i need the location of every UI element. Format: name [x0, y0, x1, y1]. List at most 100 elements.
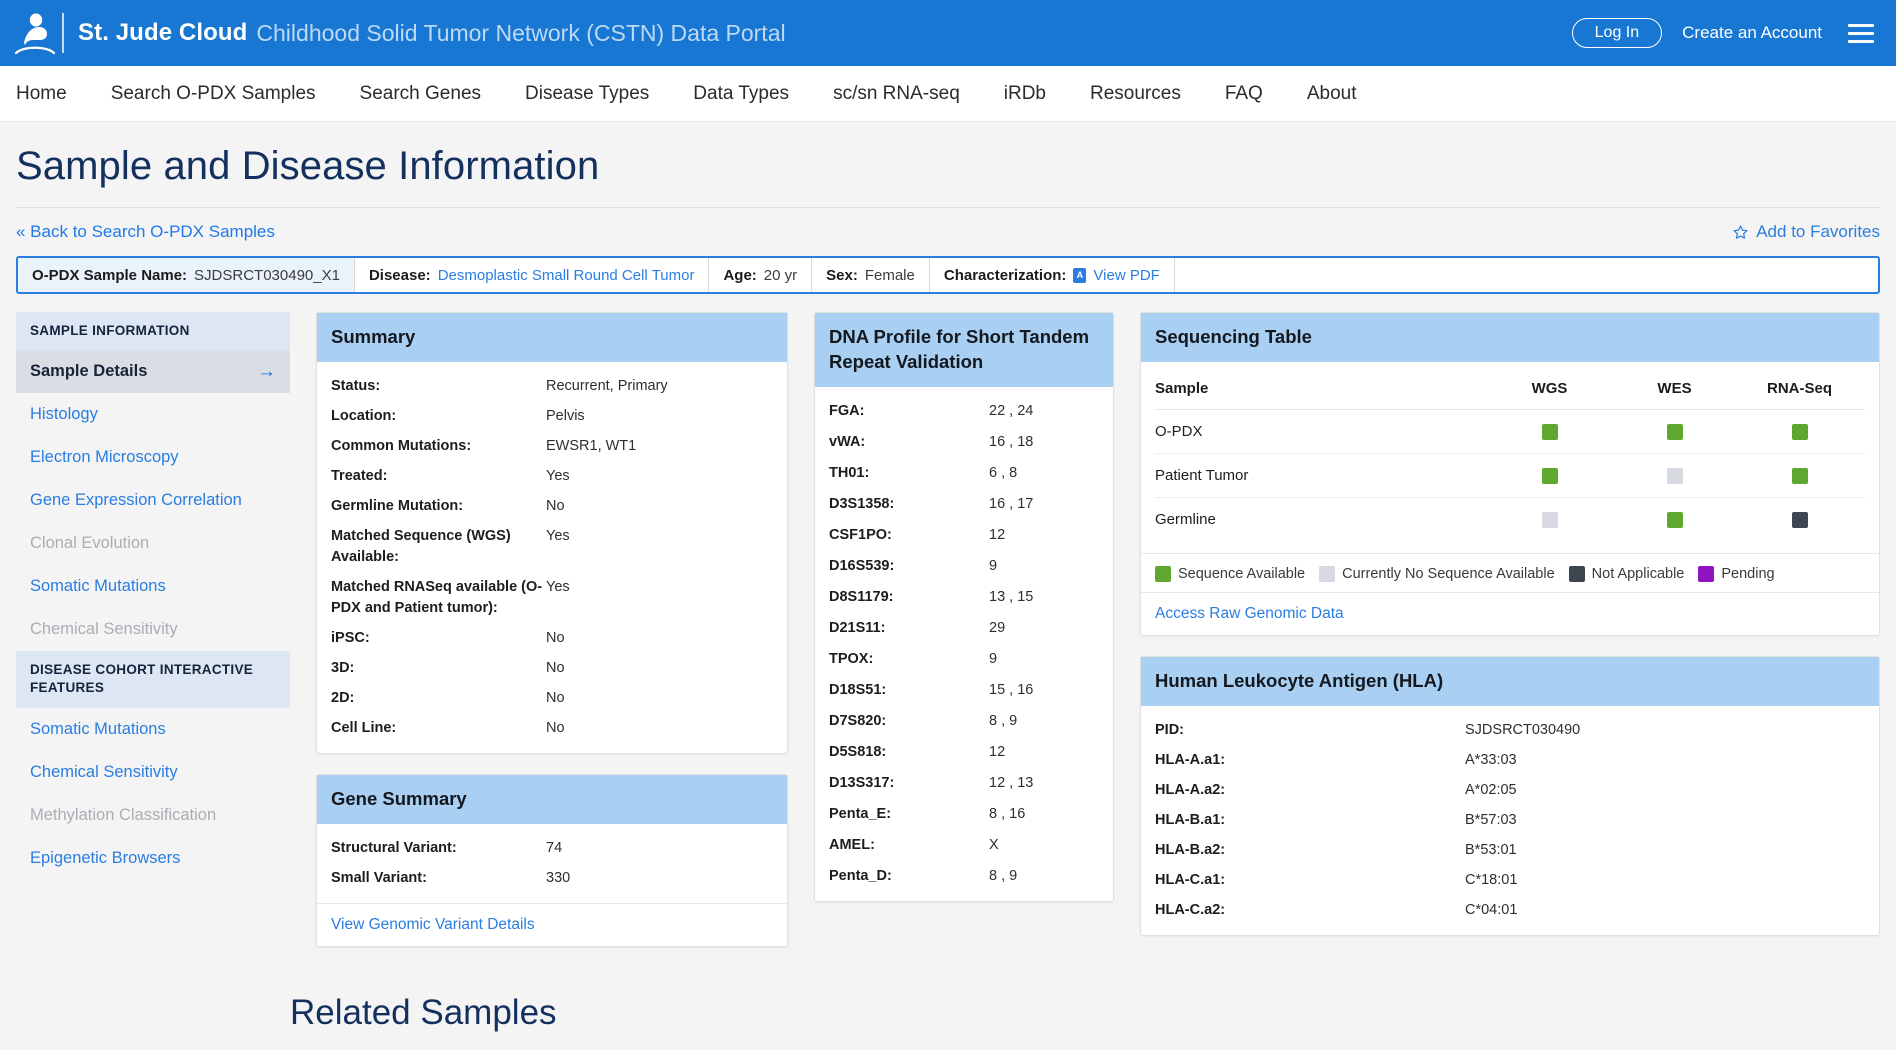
dna-row: D21S11: 29	[829, 618, 1099, 639]
nav-item-resources[interactable]: Resources	[1068, 66, 1203, 122]
hla-row: HLA-A.a2: A*02:05	[1155, 780, 1865, 801]
dna-profile-card: DNA Profile for Short Tandem Repeat Vali…	[814, 312, 1114, 903]
hla-row-value: C*04:01	[1465, 902, 1518, 919]
dna-row-key: D21S11:	[829, 620, 886, 637]
hla-row-key: HLA-A.a1:	[1155, 752, 1226, 769]
summary-row-key: Status:	[331, 377, 381, 394]
cell-patient-tumor-wes	[1615, 453, 1740, 499]
sequencing-table-body: Sample WGS WES RNA-Seq O-PDX Patient Tum…	[1141, 362, 1879, 553]
dna-row-key: FGA:	[829, 402, 865, 419]
dna-row: Penta_D: 8 , 9	[829, 866, 1099, 887]
brand-subtitle: Childhood Solid Tumor Network (CSTN) Dat…	[256, 19, 786, 46]
dna-row-key: Penta_D:	[829, 868, 892, 885]
nav-item-sc-sn-rna-seq[interactable]: sc/sn RNA-seq	[811, 66, 982, 122]
access-raw-genomic-data-link[interactable]: Access Raw Genomic Data	[1155, 605, 1344, 622]
status-chip	[1541, 424, 1558, 440]
create-account-link[interactable]: Create an Account	[1682, 23, 1822, 43]
sidebar-item-label: Chemical Sensitivity	[30, 762, 178, 781]
view-pdf-link[interactable]: View PDF	[1093, 267, 1159, 284]
sidebar-item-methylation-classification: Methylation Classification	[16, 794, 290, 837]
sidebar-item-cohort-somatic-mutations[interactable]: Somatic Mutations	[16, 708, 290, 751]
summary-row: Germline Mutation: No	[331, 496, 773, 517]
column-header-wes: WES	[1615, 375, 1740, 410]
dna-row: D16S539: 9	[829, 556, 1099, 577]
legend-item-no-sequence: Currently No Sequence Available	[1319, 566, 1555, 583]
sidebar-item-sample-details[interactable]: Sample Details →	[16, 350, 290, 394]
summary-row-value: No	[546, 690, 565, 707]
summary-row: iPSC: No	[331, 628, 773, 649]
nav-item-search-o-pdx-samples[interactable]: Search O-PDX Samples	[89, 66, 338, 122]
brand-name: St. Jude Cloud	[78, 19, 248, 46]
legend-item-not-applicable: Not Applicable	[1568, 566, 1685, 583]
legend-label: Not Applicable	[1591, 566, 1685, 583]
gene-summary-row-key: Small Variant:	[331, 870, 427, 887]
status-chip	[1666, 512, 1683, 529]
nav-item-disease-types[interactable]: Disease Types	[503, 66, 671, 122]
sidebar-item-histology[interactable]: Histology	[16, 393, 290, 436]
sidebar-item-epigenetic-browsers[interactable]: Epigenetic Browsers	[16, 837, 290, 880]
back-to-search-link[interactable]: « Back to Search O-PDX Samples	[16, 222, 275, 242]
dna-row: D3S1358: 16 , 17	[829, 494, 1099, 515]
dna-profile-column: DNA Profile for Short Tandem Repeat Vali…	[814, 312, 1114, 922]
sidebar-item-somatic-mutations[interactable]: Somatic Mutations	[16, 565, 290, 608]
summary-row: Treated: Yes	[331, 466, 773, 487]
sidebar-item-label: Electron Microscopy	[30, 448, 179, 467]
top-header-actions: Log In Create an Account	[1571, 17, 1874, 49]
row-label-germline: Germline	[1155, 511, 1216, 529]
strip-value-disease-link[interactable]: Desmoplastic Small Round Cell Tumor	[438, 267, 695, 284]
sidebar-item-chemical-sensitivity: Chemical Sensitivity	[16, 608, 290, 651]
table-row: Patient Tumor	[1155, 453, 1865, 499]
sidebar-item-gene-expression-correlation[interactable]: Gene Expression Correlation	[16, 479, 290, 522]
gene-summary-row-value: 330	[546, 870, 571, 887]
legend-item-sequence-available: Sequence Available	[1155, 566, 1306, 583]
summary-row-key: iPSC:	[331, 630, 370, 647]
nav-item-about[interactable]: About	[1285, 66, 1379, 122]
hla-card: Human Leukocyte Antigen (HLA) PID: SJDSRC…	[1140, 656, 1880, 937]
cell-germline-wgs	[1490, 498, 1615, 542]
legend-label: Sequence Available	[1178, 566, 1306, 583]
nav-item-search-genes[interactable]: Search Genes	[338, 66, 503, 122]
brand-logo-group[interactable]: St. Jude Cloud Childhood Solid Tumor Net…	[14, 9, 786, 57]
hla-row-key: PID:	[1155, 722, 1184, 739]
dna-row-key: CSF1PO:	[829, 527, 892, 543]
dna-profile-card-body: FGA: 22 , 24 vWA: 16 , 18 TH01: 6 , 8 D3S13…	[815, 387, 1113, 901]
dna-row-key: AMEL:	[829, 837, 875, 854]
star-outline-icon	[1733, 224, 1748, 239]
gene-summary-card-footer: View Genomic Variant Details	[317, 903, 787, 946]
sidebar-heading-sample-information: SAMPLE INFORMATION	[16, 312, 290, 351]
nav-item-data-types[interactable]: Data Types	[671, 66, 811, 122]
nav-item-home[interactable]: Home	[16, 66, 89, 122]
page-subheader-bar: « Back to Search O-PDX Samples Add to Fa…	[0, 208, 1896, 256]
hla-row-key: HLA-B.a2:	[1155, 842, 1226, 859]
dna-row-value: 13 , 15	[989, 589, 1034, 606]
row-label-patient-tumor: Patient Tumor	[1155, 453, 1490, 499]
gene-summary-card: Gene Summary Structural Variant: 74 Small…	[316, 774, 788, 948]
dna-row-value: 9	[989, 651, 998, 668]
main-content-area: SAMPLE INFORMATION Sample Details → Hist…	[0, 294, 1896, 967]
sidebar-item-label: Somatic Mutations	[30, 577, 166, 596]
hla-card-body: PID: SJDSRCT030490 HLA-A.a1: A*33:03 HLA-A…	[1141, 706, 1879, 935]
dna-row-value: 22 , 24	[989, 402, 1034, 419]
dna-row-value: X	[989, 837, 999, 854]
summary-row-value: EWSR1, WT1	[546, 438, 637, 454]
status-chip	[1666, 424, 1683, 440]
log-in-button[interactable]: Log In	[1571, 17, 1663, 49]
sidebar-item-cohort-chemical-sensitivity[interactable]: Chemical Sensitivity	[16, 751, 290, 794]
summary-row-key: Matched RNASeq available (O-PDX and Pati…	[331, 579, 543, 617]
sidebar-item-electron-microscopy[interactable]: Electron Microscopy	[16, 436, 290, 479]
sequencing-table: Sample WGS WES RNA-Seq O-PDX Patient Tum…	[1155, 375, 1865, 542]
nav-item-faq[interactable]: FAQ	[1203, 66, 1285, 122]
hamburger-menu-icon[interactable]	[1848, 23, 1874, 43]
strip-value-sex: Female	[864, 266, 915, 284]
view-genomic-variant-details-link[interactable]: View Genomic Variant Details	[331, 916, 535, 933]
arrow-right-icon: →	[257, 361, 276, 383]
nav-item-irdb[interactable]: iRDb	[982, 66, 1068, 122]
gene-summary-card-title: Gene Summary	[317, 775, 787, 825]
add-to-favorites-label: Add to Favorites	[1756, 222, 1880, 241]
sidebar-item-label: Chemical Sensitivity	[30, 620, 178, 639]
cell-germline-rnaseq	[1740, 498, 1865, 542]
summary-row-value: Recurrent, Primary	[546, 377, 668, 394]
dna-row-value: 16 , 18	[989, 433, 1034, 450]
add-to-favorites-button[interactable]: Add to Favorites	[1732, 222, 1880, 242]
strip-cell-sample-name: O-PDX Sample Name: SJDSRCT030490_X1	[18, 258, 355, 292]
